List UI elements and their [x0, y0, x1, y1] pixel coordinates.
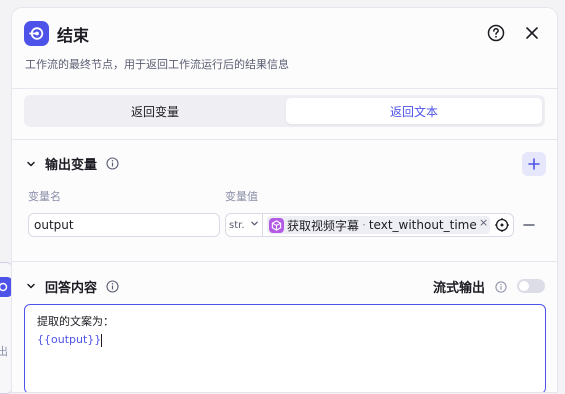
- info-icon[interactable]: [106, 280, 119, 293]
- help-icon[interactable]: [485, 22, 507, 44]
- chevron-down-icon: [250, 219, 259, 231]
- stream-output-label: 流式输出: [433, 281, 486, 296]
- tab-return-text[interactable]: 返回文本: [286, 98, 542, 124]
- reference-source-node: 获取视频字幕: [287, 218, 360, 233]
- answer-text-line: 提取的文案为：: [37, 315, 114, 328]
- info-icon[interactable]: [106, 157, 119, 170]
- clear-reference-button[interactable]: ×: [479, 216, 488, 229]
- tab-return-variables[interactable]: 返回变量: [27, 98, 283, 124]
- end-node-icon: [24, 21, 49, 46]
- minus-icon[interactable]: [522, 218, 536, 232]
- reference-separator: ·: [362, 218, 366, 232]
- chevron-down-icon[interactable]: [24, 279, 38, 293]
- node-description: 工作流的最终节点，用于返回工作流运行后的结果信息: [25, 58, 289, 71]
- return-mode-tabs: 返回变量 返回文本: [24, 95, 545, 127]
- answer-content-section: 回答内容 流式输出 提取的文案为： {{output}}: [12, 262, 557, 392]
- variable-name-input[interactable]: [28, 213, 220, 237]
- output-variables-section: 输出变量 变量名 变量值 str. 获取视频字幕 · text_wi: [12, 140, 557, 262]
- cube-icon: [269, 217, 284, 233]
- output-section-title: 输出变量: [45, 158, 98, 173]
- variable-value-field: str. 获取视频字幕 · text_without_time ×: [225, 213, 514, 237]
- variable-reference-tag[interactable]: 获取视频字幕 · text_without_time: [267, 216, 490, 234]
- close-icon[interactable]: [521, 22, 543, 44]
- end-node-panel: 结束 工作流的最终节点，用于返回工作流运行后的结果信息 返回变量 返回文本 输出…: [12, 8, 557, 392]
- text-caret: [101, 333, 103, 347]
- variable-type-label: str.: [229, 219, 245, 231]
- plus-icon: [528, 158, 540, 170]
- background-node-label: 出: [0, 345, 8, 358]
- column-label-value: 变量值: [225, 190, 258, 203]
- answer-section-title: 回答内容: [45, 281, 98, 296]
- reference-field: text_without_time: [368, 218, 477, 232]
- add-variable-button[interactable]: [522, 152, 546, 176]
- variable-type-select[interactable]: str.: [226, 214, 263, 236]
- page-title: 结束: [57, 26, 90, 45]
- return-mode-section: 返回变量 返回文本: [12, 89, 557, 140]
- answer-content-editor[interactable]: 提取的文案为： {{output}}: [24, 304, 546, 392]
- chevron-down-icon[interactable]: [24, 157, 38, 171]
- stream-output-toggle[interactable]: [517, 279, 545, 293]
- info-icon[interactable]: [494, 280, 507, 293]
- answer-variable-reference: {{output}}: [37, 333, 102, 346]
- panel-header: 结束 工作流的最终节点，用于返回工作流运行后的结果信息: [12, 8, 557, 89]
- target-icon[interactable]: [495, 218, 509, 232]
- column-label-name: 变量名: [28, 190, 61, 203]
